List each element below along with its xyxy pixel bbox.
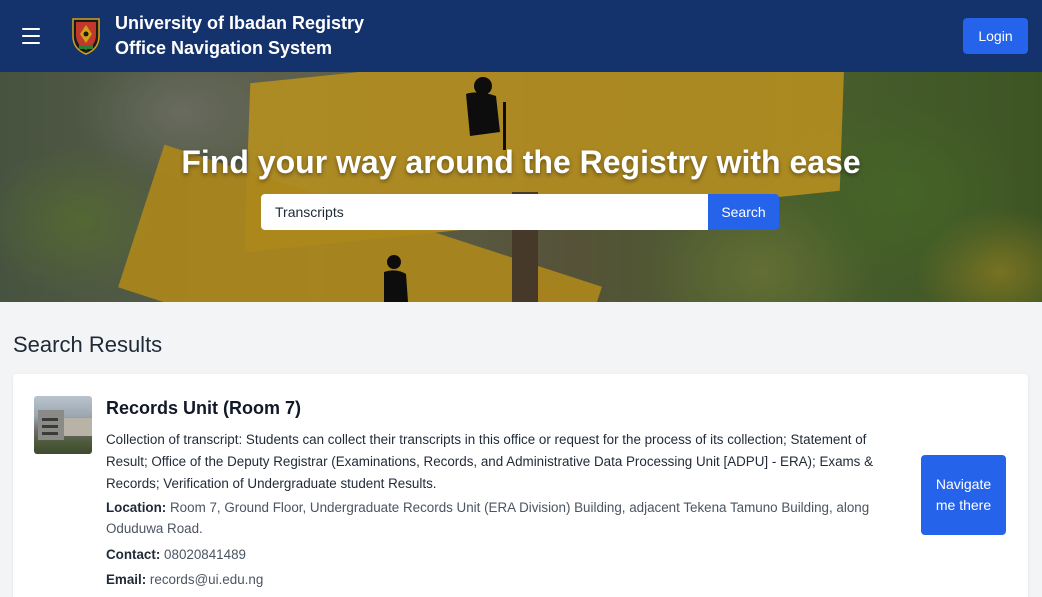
result-description: Collection of transcript: Students can c… xyxy=(106,432,874,491)
search-input[interactable] xyxy=(261,194,708,230)
search-bar: Search xyxy=(261,194,779,230)
result-contact: Contact: 08020841489 xyxy=(106,544,896,565)
result-card: Records Unit (Room 7) Collection of tran… xyxy=(13,374,1028,597)
result-title: Records Unit (Room 7) xyxy=(106,398,302,418)
location-label: Location: xyxy=(106,500,167,515)
brand-line-2: Office Navigation System xyxy=(115,38,333,58)
hero-title: Find your way around the Registry with e… xyxy=(181,144,861,180)
brand-title[interactable]: University of Ibadan Registry Office Nav… xyxy=(115,11,364,61)
email-value: records@ui.edu.ng xyxy=(149,572,264,587)
university-crest-logo xyxy=(72,18,100,55)
navbar: University of Ibadan Registry Office Nav… xyxy=(0,0,1042,72)
contact-label: Contact: xyxy=(106,547,161,562)
hamburger-menu-icon[interactable] xyxy=(20,25,42,47)
search-button[interactable]: Search xyxy=(708,194,779,230)
result-location: Location: Room 7, Ground Floor, Undergra… xyxy=(106,497,896,539)
login-button[interactable]: Login xyxy=(963,18,1028,54)
contact-value: 08020841489 xyxy=(164,547,246,562)
result-email: Email: records@ui.edu.ng xyxy=(106,569,896,590)
results-heading: Search Results xyxy=(13,332,163,357)
office-thumbnail-image xyxy=(34,396,92,454)
email-label: Email: xyxy=(106,572,147,587)
navigate-me-there-button[interactable]: Navigate me there xyxy=(921,455,1006,535)
location-value: Room 7, Ground Floor, Undergraduate Reco… xyxy=(106,500,870,536)
brand-line-1: University of Ibadan Registry xyxy=(115,13,365,33)
hero-banner: Find your way around the Registry with e… xyxy=(0,72,1042,302)
